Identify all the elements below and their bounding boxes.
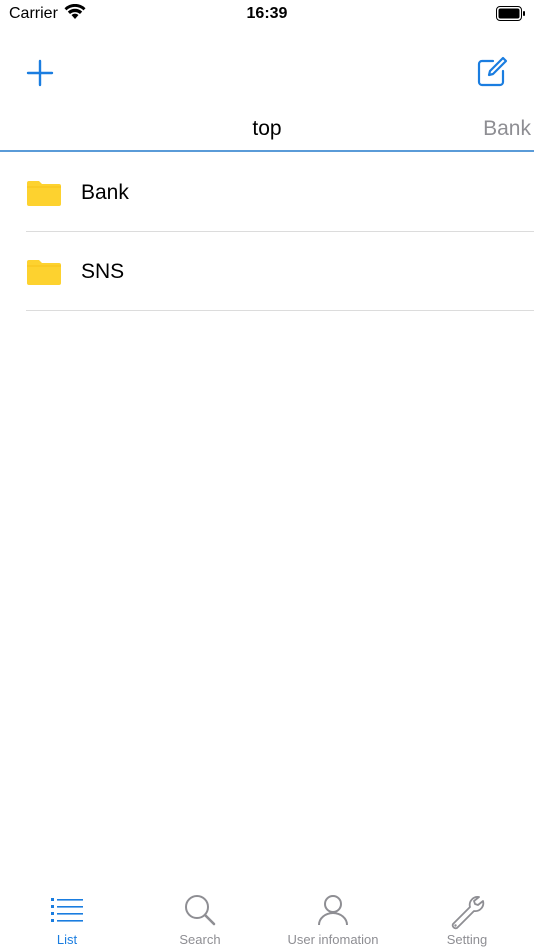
tab-bar: List Search User infomation Setting [0,885,534,950]
breadcrumb-next[interactable]: Bank [483,117,531,141]
folder-icon [27,259,61,290]
list-item-label: SNS [81,260,125,283]
breadcrumb: top Bank [0,108,534,152]
add-button[interactable] [25,58,55,88]
tab-list[interactable]: List [0,885,134,950]
search-icon [184,894,216,931]
tab-user-information[interactable]: User infomation [266,885,400,950]
breadcrumb-underline [0,150,534,152]
plus-icon [26,59,54,87]
list-item[interactable]: Bank [0,153,534,232]
tab-label: Setting [446,932,488,947]
breadcrumb-current: top [252,117,282,140]
status-bar: Carrier 16:39 [0,0,534,30]
compose-icon [477,56,508,87]
list-item[interactable]: SNS [0,232,534,311]
wrench-icon [449,894,485,935]
list-icon [51,894,83,927]
compose-button[interactable] [476,56,508,88]
divider [26,310,534,311]
clock: 16:39 [246,5,288,22]
tab-search[interactable]: Search [133,885,267,950]
folder-list: Bank SNS [0,153,534,311]
folder-icon [27,180,61,211]
tab-setting[interactable]: Setting [400,885,534,950]
tab-label: Search [179,932,221,947]
tab-label: User infomation [287,932,379,947]
tab-label: List [56,932,78,947]
user-icon [317,894,349,931]
list-item-label: Bank [81,181,129,204]
battery-icon [496,6,526,26]
